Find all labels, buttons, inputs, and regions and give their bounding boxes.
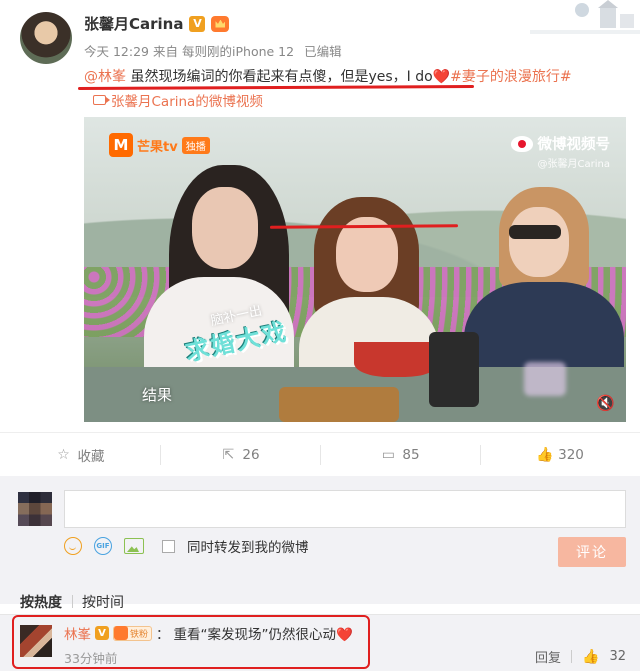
composer-toolbar: GIF 同时转发到我的微博 (64, 536, 309, 556)
comment-like-count: 32 (609, 649, 626, 664)
image-icon[interactable] (124, 538, 144, 554)
person-left-face (192, 187, 258, 269)
like-button[interactable]: 👍 320 (480, 444, 640, 466)
channel-logo: M 芒果tv 独播 (109, 133, 210, 157)
share-icon: ⇱ (222, 446, 235, 463)
mango-logo-icon: M (109, 133, 133, 157)
kettle (429, 332, 479, 407)
submit-comment-button[interactable]: 评论 (558, 537, 626, 567)
comment-count: 85 (402, 446, 420, 463)
separator (571, 650, 573, 663)
forward-label: 同时转发到我的微博 (187, 540, 309, 556)
repost-button[interactable]: ⇱ 26 (160, 444, 320, 466)
comment-button[interactable]: ▭ 85 (320, 444, 480, 466)
post-meta: 今天 12:29 来自 每则刚的iPhone 12 已编辑 (84, 41, 342, 60)
platform-name: 微博视频号 (537, 137, 611, 153)
basket (279, 387, 399, 422)
source-prefix: 来自 (153, 44, 179, 59)
video-source-label: 张馨月Carina的微博视频 (111, 94, 263, 110)
mention-link[interactable]: @林峯 (84, 69, 126, 85)
emoji-icon[interactable] (64, 537, 82, 555)
weibo-logo-icon (510, 135, 533, 152)
video-source-link[interactable]: 张馨月Carina的微博视频 (93, 90, 263, 110)
comment-composer: GIF 同时转发到我的微博 评论 按热度 按时间 (0, 484, 640, 611)
favorite-button[interactable]: ☆ 收藏 (0, 444, 160, 466)
post-time[interactable]: 今天 12:29 (84, 41, 149, 60)
heart-emoji: ❤️ (432, 69, 451, 85)
comment-input[interactable] (64, 490, 626, 528)
gif-icon[interactable]: GIF (94, 537, 112, 555)
thumbs-up-icon: 👍 (536, 446, 554, 463)
like-count: 320 (558, 446, 584, 463)
action-bar-spacer (0, 476, 640, 484)
edited-label[interactable]: 已编辑 (304, 41, 342, 60)
comment-sort-tabs: 按热度 按时间 (20, 592, 134, 612)
reply-button[interactable]: 回复 (535, 647, 561, 666)
annotation-box (12, 615, 370, 669)
my-avatar[interactable] (18, 492, 52, 526)
post-source: 每则刚的iPhone 12 (182, 44, 295, 59)
corner-decoration (530, 0, 640, 34)
author-row: 张馨月Carina V (84, 13, 230, 34)
repost-count: 26 (242, 446, 260, 463)
verified-badge-icon: V (189, 15, 206, 32)
thumbs-up-icon[interactable]: 👍 (582, 649, 599, 665)
video-player[interactable]: M 芒果tv 独播 微博视频号 @张馨月Carina 脑补一出 求婚大戏 结果 … (84, 117, 626, 422)
channel-tag: 独播 (181, 136, 210, 154)
author-avatar[interactable] (20, 12, 72, 64)
person-middle-face (336, 217, 398, 292)
member-crown-icon[interactable] (211, 15, 230, 32)
hotpot (354, 342, 439, 377)
star-icon: ☆ (57, 446, 70, 463)
tab-sort-time[interactable]: 按时间 (72, 592, 134, 612)
comment-actions: 回复 👍 32 (535, 647, 626, 667)
blurred-region (524, 362, 566, 396)
video-camera-icon (93, 95, 110, 105)
comment-icon: ▭ (381, 446, 396, 463)
post-action-bar: ☆ 收藏 ⇱ 26 ▭ 85 👍 320 (0, 432, 640, 476)
post-body: 虽然现场编词的你看起来有点傻，但是yes，I do (126, 69, 433, 85)
forward-checkbox[interactable] (162, 539, 175, 553)
watermark-handle: @张馨月Carina (537, 159, 610, 170)
author-name[interactable]: 张馨月Carina (84, 13, 183, 34)
post-text: @林峯 虽然现场编词的你看起来有点傻，但是yes，I do❤️#妻子的浪漫旅行# (84, 66, 572, 86)
tab-sort-hot[interactable]: 按热度 (20, 592, 72, 612)
sunglasses (509, 225, 561, 239)
channel-name: 芒果tv (137, 139, 178, 155)
hashtag-link[interactable]: #妻子的浪漫旅行# (450, 69, 571, 85)
caption-result: 结果 (142, 386, 173, 404)
favorite-label: 收藏 (77, 448, 105, 465)
weibo-video-watermark: 微博视频号 (510, 133, 611, 154)
mute-icon[interactable]: 🔇 (596, 394, 615, 412)
person-right-face (509, 207, 569, 277)
